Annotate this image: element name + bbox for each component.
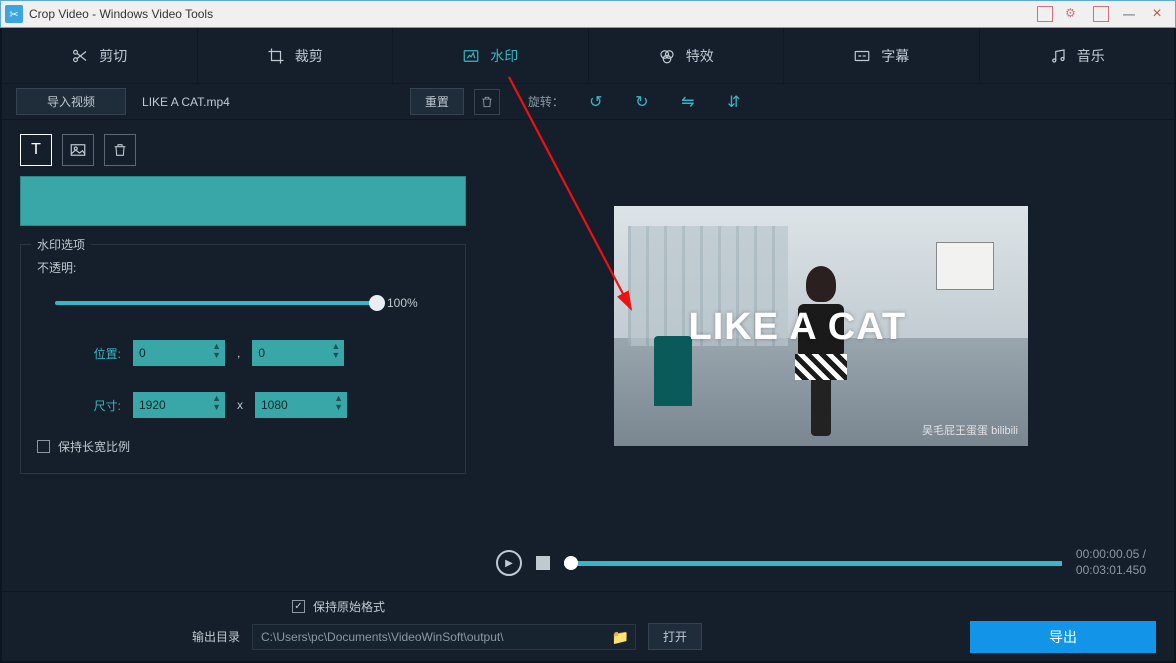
crop-icon xyxy=(267,47,285,65)
tab-effects-label: 特效 xyxy=(686,46,714,66)
tab-crop-label: 裁剪 xyxy=(295,46,323,66)
export-button[interactable]: 导出 xyxy=(970,621,1156,653)
text-watermark-button[interactable]: T xyxy=(20,134,52,166)
output-path-input[interactable]: C:\Users\pc\Documents\VideoWinSoft\outpu… xyxy=(252,624,636,650)
size-width-input[interactable]: 1920▲▼ xyxy=(133,392,225,418)
close-button[interactable]: × xyxy=(1143,1,1171,27)
comma-separator: , xyxy=(237,346,240,360)
keep-ratio-label: 保持长宽比例 xyxy=(58,438,130,455)
toolbar: 导入视频 LIKE A CAT.mp4 重置 旋转： ↺ ↻ ⇋ ⇵ xyxy=(2,84,1174,120)
size-height-input[interactable]: 1080▲▼ xyxy=(255,392,347,418)
video-preview[interactable]: LIKE A CAT 吴毛屁王蛋蛋 bilibili xyxy=(614,206,1028,446)
rotate-cw-button[interactable]: ↻ xyxy=(628,88,656,116)
tab-subtitle-label: 字幕 xyxy=(881,46,909,66)
image-watermark-button[interactable] xyxy=(62,134,94,166)
rotate-label: 旋转： xyxy=(528,93,564,110)
bottom-bar: 保持原始格式 输出目录 C:\Users\pc\Documents\VideoW… xyxy=(2,591,1174,661)
keep-format-label: 保持原始格式 xyxy=(313,598,385,615)
fieldset-legend: 水印选项 xyxy=(31,236,91,253)
spinner-arrows-icon[interactable]: ▲▼ xyxy=(212,394,221,412)
preview-panel: LIKE A CAT 吴毛屁王蛋蛋 bilibili ▶ 00:00:00.05… xyxy=(484,120,1174,591)
flip-vertical-button[interactable]: ⇵ xyxy=(720,88,748,116)
total-time: 00:03:01.450 xyxy=(1076,563,1146,577)
tab-music-label: 音乐 xyxy=(1077,46,1105,66)
time-display: 00:00:00.05 / 00:03:01.450 xyxy=(1076,547,1146,578)
watermark-panel: T 水印选项 不透明: 100% 位置: 0▲▼ , 0▲▼ xyxy=(2,120,484,591)
position-y-input[interactable]: 0▲▼ xyxy=(252,340,344,366)
current-time: 00:00:00.05 xyxy=(1076,547,1139,561)
opacity-label: 不透明: xyxy=(37,259,449,276)
folder-icon[interactable]: 📁 xyxy=(612,629,629,646)
tab-music[interactable]: 音乐 xyxy=(980,28,1175,83)
tab-effects[interactable]: 特效 xyxy=(589,28,785,83)
keep-format-checkbox[interactable] xyxy=(292,600,305,613)
watermark-icon xyxy=(462,47,480,65)
tab-subtitle[interactable]: 字幕 xyxy=(784,28,980,83)
spinner-arrows-icon[interactable]: ▲▼ xyxy=(331,342,340,360)
tab-watermark[interactable]: 水印 xyxy=(393,28,589,83)
playback-slider[interactable] xyxy=(564,561,1062,566)
music-icon xyxy=(1049,47,1067,65)
opacity-value: 100% xyxy=(387,296,431,310)
opacity-slider[interactable] xyxy=(55,301,377,305)
tab-crop[interactable]: 裁剪 xyxy=(198,28,394,83)
minimize-button[interactable]: — xyxy=(1115,1,1143,27)
x-separator: x xyxy=(237,398,243,412)
output-dir-label: 输出目录 xyxy=(192,628,240,645)
tab-cut[interactable]: 剪切 xyxy=(2,28,198,83)
position-x-input[interactable]: 0▲▼ xyxy=(133,340,225,366)
app-icon: ✂ xyxy=(5,5,23,23)
tabbar: 剪切 裁剪 水印 特效 字幕 音乐 xyxy=(2,28,1174,84)
tab-cut-label: 剪切 xyxy=(99,46,127,66)
keep-ratio-checkbox[interactable] xyxy=(37,440,50,453)
stop-button[interactable] xyxy=(536,556,550,570)
tab-watermark-label: 水印 xyxy=(490,46,518,66)
list-icon[interactable] xyxy=(1093,6,1109,22)
filename-label: LIKE A CAT.mp4 xyxy=(142,95,230,109)
subtitle-icon xyxy=(853,47,871,65)
flip-horizontal-button[interactable]: ⇋ xyxy=(674,88,702,116)
watermark-options-fieldset: 水印选项 不透明: 100% 位置: 0▲▼ , 0▲▼ 尺寸: xyxy=(20,244,466,474)
reset-button[interactable]: 重置 xyxy=(410,88,464,115)
opacity-slider-thumb[interactable] xyxy=(369,295,385,311)
delete-button[interactable] xyxy=(474,89,500,115)
watermark-preview[interactable] xyxy=(20,176,466,226)
rotate-ccw-button[interactable]: ↺ xyxy=(582,88,610,116)
titlebar: ✂ Crop Video - Windows Video Tools ⚙ — × xyxy=(0,0,1176,28)
settings-sliders-icon[interactable]: ⚙ xyxy=(1065,6,1081,22)
window-title: Crop Video - Windows Video Tools xyxy=(29,7,1031,21)
size-label: 尺寸: xyxy=(81,397,121,414)
layout-icon[interactable] xyxy=(1037,6,1053,22)
position-label: 位置: xyxy=(81,345,121,362)
playback-thumb[interactable] xyxy=(564,556,578,570)
video-credit: 吴毛屁王蛋蛋 bilibili xyxy=(922,422,1018,438)
watermark-text-overlay: LIKE A CAT xyxy=(689,306,907,349)
play-button[interactable]: ▶ xyxy=(496,550,522,576)
effects-icon xyxy=(658,47,676,65)
open-folder-button[interactable]: 打开 xyxy=(648,623,702,650)
spinner-arrows-icon[interactable]: ▲▼ xyxy=(334,394,343,412)
delete-watermark-button[interactable] xyxy=(104,134,136,166)
import-video-button[interactable]: 导入视频 xyxy=(16,88,126,115)
scissors-icon xyxy=(71,47,89,65)
player-controls: ▶ 00:00:00.05 / 00:03:01.450 xyxy=(492,543,1150,583)
spinner-arrows-icon[interactable]: ▲▼ xyxy=(212,342,221,360)
